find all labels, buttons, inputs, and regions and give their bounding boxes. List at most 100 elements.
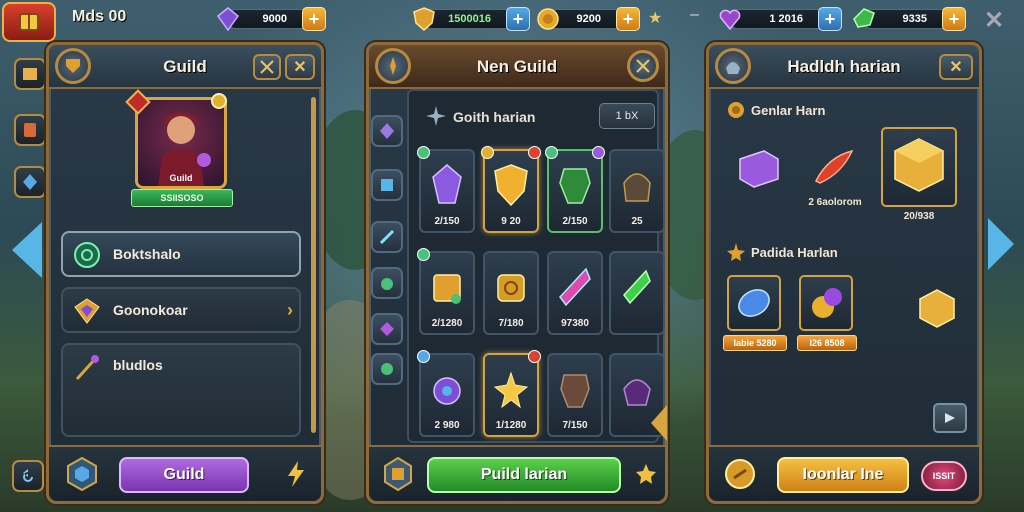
- green-gem-icon: [853, 8, 875, 28]
- add-resource-button[interactable]: +: [942, 7, 966, 31]
- resource-gold-coin: 9200 +: [536, 7, 640, 31]
- guild-button[interactable]: Guild: [119, 457, 249, 493]
- category-tab[interactable]: [371, 353, 403, 385]
- inventory-panel-footer: Puild larian: [369, 445, 665, 501]
- inventory-slot[interactable]: 2/150: [545, 146, 605, 233]
- settings-button[interactable]: [627, 50, 659, 82]
- top-bar: Mds 00 9000 + 1500016 + 9200 + ★ – 1 201…: [0, 0, 1024, 42]
- crystal-icon: [23, 174, 37, 190]
- resource-gold-shield: 1500016 +: [412, 7, 530, 31]
- inventory-slot[interactable]: [609, 251, 665, 335]
- spark-button[interactable]: [279, 456, 313, 492]
- inventory-slot[interactable]: 7/150: [547, 353, 603, 437]
- settings-button[interactable]: [253, 54, 281, 80]
- side-button-map[interactable]: [14, 58, 46, 90]
- guild-menu-item[interactable]: bludlos: [61, 343, 301, 437]
- next-page-button[interactable]: [933, 403, 967, 433]
- close-button[interactable]: ✕: [939, 54, 973, 80]
- inventory-panel-header: Nen Guild: [369, 45, 665, 89]
- add-resource-button[interactable]: +: [506, 7, 530, 31]
- swords-icon: [260, 60, 274, 74]
- side-button-shop[interactable]: [14, 166, 46, 198]
- add-resource-button[interactable]: +: [818, 7, 842, 31]
- panel-title: Nen Guild: [476, 57, 558, 76]
- guild-shield-button[interactable]: [65, 456, 99, 492]
- close-button[interactable]: ✕: [285, 54, 315, 80]
- purple-chest-icon[interactable]: [733, 143, 783, 193]
- gold-cube-icon[interactable]: [915, 285, 959, 333]
- category-tab[interactable]: [371, 221, 403, 253]
- gold-box-icon: [427, 261, 467, 313]
- category-tab[interactable]: [371, 313, 403, 345]
- gold-shield-icon: [491, 159, 531, 211]
- rarity-dot: [528, 146, 541, 159]
- prev-arrow-button[interactable]: [12, 222, 42, 278]
- filter-chip[interactable]: 1 bX: [599, 103, 655, 129]
- category-tab[interactable]: [371, 267, 403, 299]
- item-value: 2/1280: [431, 318, 463, 329]
- lightning-icon: [288, 461, 304, 487]
- build-button[interactable]: Puild larian: [427, 457, 621, 493]
- reward-tile[interactable]: [799, 275, 853, 331]
- inventory-slot[interactable]: 97380: [547, 251, 603, 335]
- harvest-panel-header: Hadldh harian ✕: [709, 45, 979, 89]
- back-button[interactable]: [12, 460, 44, 492]
- rarity-dot: [545, 146, 558, 159]
- arrow-right-icon: [945, 413, 955, 423]
- next-arrow-button[interactable]: [988, 218, 1014, 270]
- rarity-dot: [481, 146, 494, 159]
- inventory-shield-button[interactable]: [381, 456, 415, 492]
- inventory-slot[interactable]: 2 980: [417, 350, 475, 437]
- inventory-slot[interactable]: 25: [609, 149, 665, 233]
- badge-button[interactable]: ISSIT: [921, 461, 967, 491]
- potion-icon: [381, 278, 393, 290]
- profile-badge[interactable]: [2, 2, 56, 42]
- guild-menu-item[interactable]: Boktshalo: [61, 231, 301, 277]
- resource-purple-heart: 1 2016 +: [718, 7, 842, 31]
- portrait-label: SSIISOSO: [131, 189, 233, 207]
- scrollbar[interactable]: [311, 97, 316, 433]
- category-tab[interactable]: [371, 115, 403, 147]
- inventory-slot[interactable]: 9 20: [481, 146, 541, 233]
- coin-button[interactable]: [723, 456, 757, 492]
- emblem-icon: [71, 239, 103, 271]
- star-button[interactable]: [629, 456, 663, 492]
- gold-shield-icon: [413, 7, 435, 31]
- resource-value: 1 2016: [728, 9, 828, 29]
- player-name: Mds 00: [72, 8, 127, 25]
- scroll-left-arrow[interactable]: [651, 405, 667, 441]
- inventory-slot[interactable]: 1/1280: [483, 350, 541, 437]
- item-value: 97380: [561, 318, 589, 329]
- close-icon[interactable]: ✕: [984, 6, 1004, 35]
- rank-badge: [211, 93, 227, 109]
- harvest-button[interactable]: Ioonlar Ine: [777, 457, 909, 493]
- side-button-quest[interactable]: [14, 114, 46, 146]
- menu-item-label: Goonokoar: [113, 302, 188, 318]
- close-icon: ✕: [293, 59, 307, 76]
- inventory-slot[interactable]: 2/150: [417, 146, 475, 233]
- guild-panel-footer: Guild: [49, 445, 321, 501]
- gold-rune-icon: [491, 261, 531, 313]
- item-value: 7/150: [562, 420, 588, 431]
- inventory-slot[interactable]: 2/1280: [417, 248, 475, 335]
- inventory-slot[interactable]: 7/180: [483, 251, 539, 335]
- gold-cube-tile[interactable]: [881, 127, 957, 207]
- rarity-dot: [417, 146, 430, 159]
- red-feather-icon[interactable]: [809, 141, 859, 191]
- rainbow-crystal-icon: [555, 261, 595, 313]
- gold-orb-icon: [812, 288, 842, 318]
- gold-coin-icon: [537, 8, 559, 30]
- add-resource-button[interactable]: +: [302, 7, 326, 31]
- reward-tile[interactable]: [727, 275, 781, 331]
- back-arrow-icon: [23, 469, 33, 482]
- purple-heart-gem-icon: [719, 9, 741, 31]
- blue-gem-icon: [738, 289, 770, 317]
- add-resource-button[interactable]: +: [616, 7, 640, 31]
- item-value: 2 6aolorom: [808, 197, 862, 208]
- category-tab[interactable]: [371, 169, 403, 201]
- armor-icon: [381, 179, 393, 191]
- star-icon: ★: [648, 10, 663, 27]
- guild-menu-item[interactable]: Goonokoar ›: [61, 287, 301, 333]
- rarity-dot: [528, 350, 541, 363]
- coin-icon: [725, 99, 747, 121]
